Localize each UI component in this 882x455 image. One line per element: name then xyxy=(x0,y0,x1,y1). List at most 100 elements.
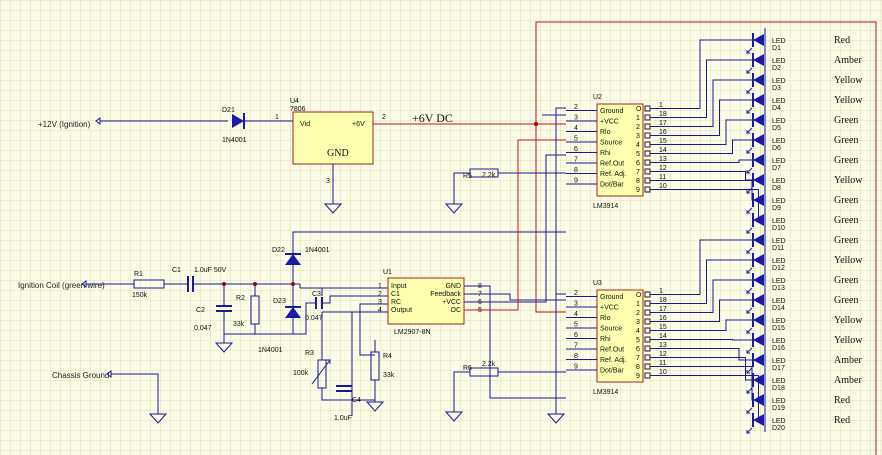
ic-part: LM3914 xyxy=(593,389,618,396)
u1-pin-number: 3 xyxy=(378,299,382,306)
ic-pin-number: 16 xyxy=(659,315,667,322)
d22-part: 1N4001 xyxy=(305,247,330,254)
ic-pin-number: 11 xyxy=(659,360,666,367)
led-color-label: Yellow xyxy=(834,95,863,106)
ic-pin-number: 14 xyxy=(659,333,667,340)
ic-pin-label: Rlo xyxy=(600,129,611,136)
led-color-label: Yellow xyxy=(834,255,863,266)
ic-pin-number: 13 xyxy=(659,342,667,349)
u1-pin-number: 1 xyxy=(378,283,382,290)
u4-out: +6V xyxy=(352,121,365,128)
ic-pin-label: 3 xyxy=(636,133,640,140)
led-ref: D7 xyxy=(772,165,781,172)
led-type: LED xyxy=(772,98,786,105)
ic-pin-label: Ref. Adj. xyxy=(600,357,627,364)
u1-pin-label: C1 xyxy=(391,291,400,298)
led-color-label: Green xyxy=(834,195,858,206)
u4-vin: Vid xyxy=(300,121,310,128)
ic-pin-number: 2 xyxy=(574,104,578,111)
led-type: LED xyxy=(772,358,786,365)
led-ref: D2 xyxy=(772,65,781,72)
led-color-label: Red xyxy=(834,395,850,406)
ic-pin-label: 8 xyxy=(636,178,640,185)
ic-part: LM3914 xyxy=(593,203,618,210)
led-type: LED xyxy=(772,338,786,345)
d23-part: 1N4001 xyxy=(258,347,283,354)
ic-pin-label: 9 xyxy=(636,373,640,380)
ic-pin-number: 4 xyxy=(574,311,578,318)
label-12v-ignition: +12V (Ignition) xyxy=(38,120,91,129)
ic-pin-label: 4 xyxy=(636,328,640,335)
led-color-label: Amber xyxy=(834,55,862,66)
label-ignition-coil: Ignition Coil (green wire) xyxy=(18,281,105,290)
ic-pin-label: 1 xyxy=(636,115,640,122)
r1-val: 150k xyxy=(132,292,148,299)
d23-ref: D23 xyxy=(273,298,286,305)
ic-pin-label: Ground xyxy=(600,294,623,301)
ic-pin-number: 7 xyxy=(574,343,578,350)
ic-pin-number: 1 xyxy=(659,288,663,295)
ic-pin-label: 6 xyxy=(636,160,640,167)
r5-ref: R5 xyxy=(463,173,472,180)
led-type: LED xyxy=(772,78,786,85)
led-ref: D11 xyxy=(772,245,784,252)
led-type: LED xyxy=(772,398,786,405)
u1-pin-label: Feedback xyxy=(430,291,461,298)
led-ref: D15 xyxy=(772,325,785,332)
ic-pin-label: Dot/Bar xyxy=(600,182,624,189)
led-ref: D16 xyxy=(772,345,785,352)
ic-pin-number: 6 xyxy=(574,332,578,339)
ic-pin-number: 2 xyxy=(574,290,578,297)
led-ref: D9 xyxy=(772,205,781,212)
u1-pin-label: OC xyxy=(451,307,462,314)
u4-pin3: 3 xyxy=(326,178,330,185)
c3-val: 0.047 xyxy=(305,315,323,322)
r6-val: 2.2k xyxy=(482,361,496,368)
led-color-label: Green xyxy=(834,275,858,286)
ic-pin-number: 10 xyxy=(659,369,667,376)
led-ref: D14 xyxy=(772,305,785,312)
ic-pin-number: 5 xyxy=(574,136,578,143)
ic-pin-label: Ref. Adj. xyxy=(600,171,627,178)
led-color-label: Green xyxy=(834,155,858,166)
ic-pin-label: 7 xyxy=(636,355,640,362)
ic-pin-label: Rlo xyxy=(600,315,611,322)
ic-pin-label: Source xyxy=(600,326,622,333)
r3-ref: R3 xyxy=(305,350,314,357)
led-ref: D10 xyxy=(772,225,785,232)
led-color-label: Amber xyxy=(834,375,862,386)
r4-val: 33k xyxy=(383,372,395,379)
ic-pin-label: Ground xyxy=(600,108,623,115)
ic-pin-number: 15 xyxy=(659,138,667,145)
ic-pin-number: 3 xyxy=(574,301,578,308)
led-color-label: Yellow xyxy=(834,75,863,86)
led-ref: D5 xyxy=(772,125,781,132)
grid-background xyxy=(0,0,882,455)
ic-pin-number: 3 xyxy=(574,115,578,122)
ic-pin-label: 5 xyxy=(636,337,640,344)
led-ref: D3 xyxy=(772,85,781,92)
u1-part: LM2907-8N xyxy=(394,329,431,336)
r3-val: 100k xyxy=(293,370,309,377)
led-color-label: Green xyxy=(834,115,858,126)
led-type: LED xyxy=(772,138,786,145)
ic-pin-label: 2 xyxy=(636,310,640,317)
u1-pin-number: 2 xyxy=(378,291,382,298)
led-color-label: Green xyxy=(834,235,858,246)
rail-label: +6V DC xyxy=(412,111,453,125)
led-type: LED xyxy=(772,38,786,45)
ic-pin-number: 10 xyxy=(659,183,667,190)
led-type: LED xyxy=(772,198,786,205)
u4-ref: U4 xyxy=(290,98,299,105)
r5-val: 2.2k xyxy=(482,172,496,179)
led-ref: D13 xyxy=(772,285,785,292)
u4-part: 7806 xyxy=(290,106,306,113)
ic-pin-label: 4 xyxy=(636,142,640,149)
led-type: LED xyxy=(772,118,786,125)
u1-pin-number: 4 xyxy=(378,307,382,314)
d21-ref: D21 xyxy=(222,107,235,114)
ic-pin-label: Ref.Out xyxy=(600,161,624,168)
u4-pin2: 2 xyxy=(382,114,386,121)
ic-pin-number: 6 xyxy=(574,146,578,153)
ic-pin-number: 14 xyxy=(659,147,667,154)
